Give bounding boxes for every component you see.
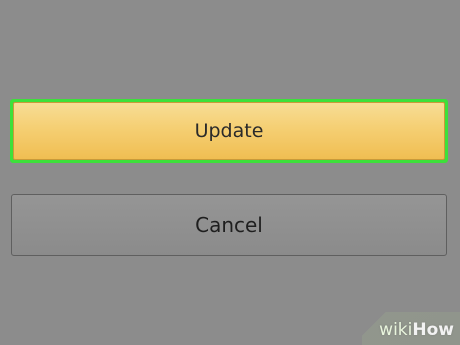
update-button[interactable]: Update (13, 102, 445, 160)
watermark-how: How (412, 320, 454, 340)
update-button-label: Update (194, 120, 264, 142)
cancel-button-label: Cancel (195, 213, 263, 237)
wikihow-watermark: wiki How (379, 320, 454, 340)
cancel-button[interactable]: Cancel (11, 194, 447, 256)
watermark-wiki: wiki (379, 320, 413, 340)
